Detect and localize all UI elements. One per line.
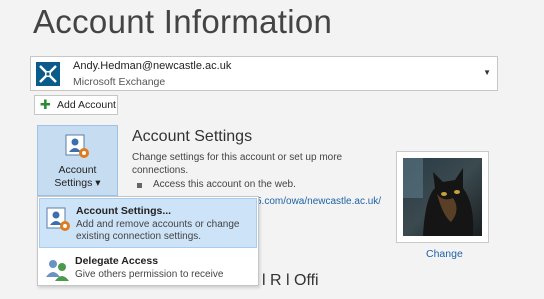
account-type: Microsoft Exchange bbox=[73, 76, 166, 88]
menu-item-description: Give others permission to receive bbox=[75, 269, 224, 280]
account-settings-icon bbox=[46, 207, 70, 231]
change-photo-link[interactable]: Change bbox=[426, 248, 463, 260]
menu-item-account-settings[interactable]: Account Settings... Add and remove accou… bbox=[39, 198, 257, 248]
bullet-marker bbox=[137, 183, 142, 188]
caret-down-icon[interactable]: ▼ bbox=[483, 68, 491, 77]
account-settings-label-line1: Account bbox=[58, 164, 97, 176]
account-settings-button[interactable]: Account Settings ▾ bbox=[37, 125, 118, 196]
exchange-logo-icon bbox=[36, 62, 60, 86]
plus-icon: ✚ bbox=[40, 97, 51, 112]
menu-item-description: Add and remove accounts or change existi… bbox=[76, 219, 240, 242]
menu-item-delegate-access[interactable]: Delegate Access Give others permission t… bbox=[39, 249, 257, 299]
menu-item-title: Account Settings... bbox=[76, 205, 172, 217]
add-account-button[interactable]: ✚ Add Account bbox=[34, 95, 118, 115]
section-heading: Account Settings bbox=[132, 128, 253, 145]
account-selector[interactable]: Andy.Hedman@newcastle.ac.uk Microsoft Ex… bbox=[30, 56, 498, 91]
account-settings-label-line2: Settings ▾ bbox=[54, 177, 101, 189]
section-description: Change settings for this account or set … bbox=[132, 152, 343, 176]
account-email: Andy.Hedman@newcastle.ac.uk bbox=[73, 60, 232, 72]
profile-photo-frame bbox=[396, 151, 489, 243]
add-account-label: Add Account bbox=[57, 99, 116, 111]
owa-link[interactable]: 5.com/owa/newcastle.ac.uk/ bbox=[256, 196, 381, 207]
page-title: Account Information bbox=[33, 3, 333, 40]
account-settings-menu: Account Settings... Add and remove accou… bbox=[37, 196, 259, 286]
partial-section-heading: l R l Offi bbox=[262, 272, 319, 289]
menu-item-title: Delegate Access bbox=[75, 255, 159, 267]
account-settings-icon bbox=[65, 134, 89, 158]
delegate-access-icon bbox=[46, 260, 69, 281]
profile-photo bbox=[403, 158, 482, 236]
web-access-text: Access this account on the web. bbox=[153, 179, 296, 190]
